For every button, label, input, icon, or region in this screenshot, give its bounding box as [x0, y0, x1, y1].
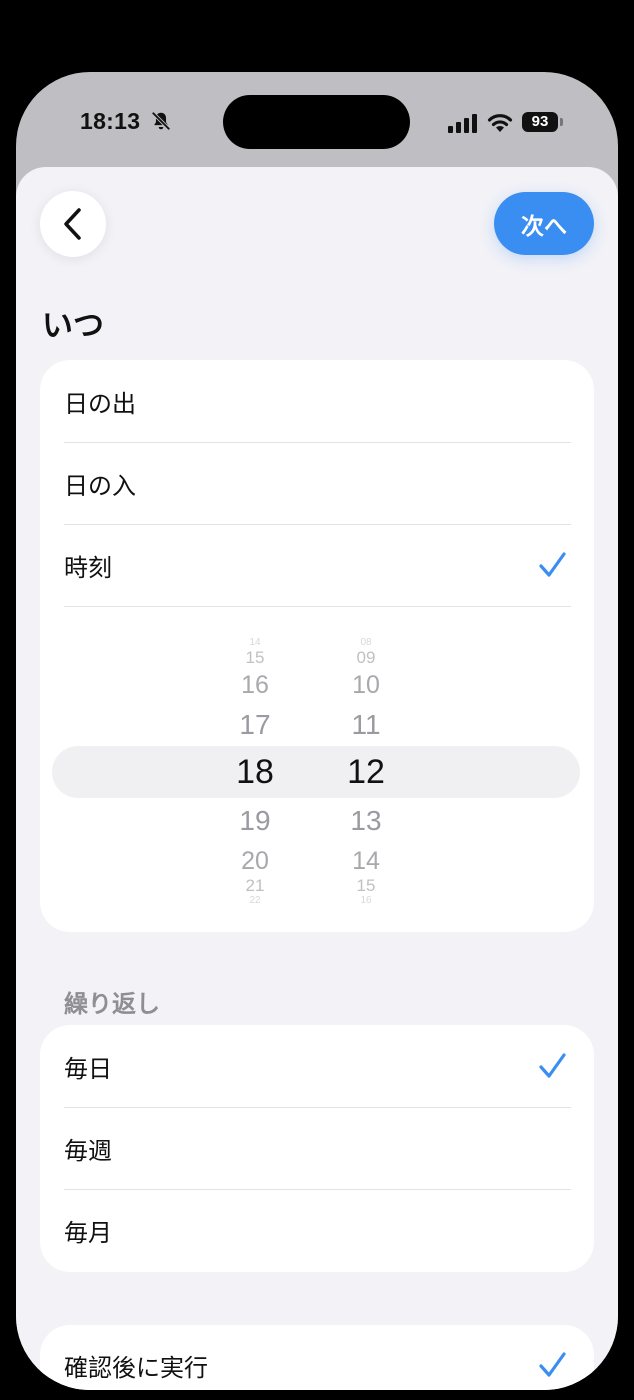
option-label: 確認後に実行: [64, 1353, 208, 1382]
picker-hour[interactable]: 20: [225, 846, 285, 876]
picker-selection-highlight: [52, 746, 580, 798]
picker-hour[interactable]: 17: [225, 708, 285, 742]
when-options-card: 日の出 日の入 時刻 14 15 16 17 18 19 20 21 22 08…: [40, 360, 594, 932]
option-monthly[interactable]: 毎月: [64, 1189, 571, 1271]
modal-sheet: 次へ いつ 日の出 日の入 時刻 14 15 16 17 18 19 20 21…: [16, 167, 618, 1390]
option-label: 毎週: [64, 1136, 112, 1165]
checkmark-icon: [539, 1053, 566, 1078]
picker-minute[interactable]: 11: [336, 708, 396, 742]
picker-minute[interactable]: 14: [336, 846, 396, 876]
picker-hour[interactable]: 14: [225, 638, 285, 648]
option-label: 毎日: [64, 1054, 112, 1083]
chevron-left-icon: [64, 208, 81, 240]
checkmark-icon: [539, 552, 566, 577]
picker-hour[interactable]: 21: [225, 876, 285, 896]
dynamic-island: [223, 95, 410, 149]
option-run-after-confirm[interactable]: 確認後に実行: [64, 1325, 571, 1390]
status-bar: 18:13 93: [16, 72, 618, 167]
picker-minute[interactable]: 08: [336, 638, 396, 648]
checkmark-icon: [539, 1352, 566, 1377]
picker-minute[interactable]: 15: [336, 876, 396, 896]
picker-minute[interactable]: 09: [336, 648, 396, 668]
status-time: 18:13: [80, 108, 141, 134]
picker-hour[interactable]: 22: [225, 896, 285, 906]
section-title-when: いつ: [42, 308, 104, 344]
picker-minute[interactable]: 13: [336, 804, 396, 838]
picker-minute[interactable]: 10: [336, 670, 396, 700]
option-sunrise[interactable]: 日の出: [64, 360, 571, 443]
option-daily[interactable]: 毎日: [64, 1025, 571, 1108]
option-label: 時刻: [64, 553, 112, 582]
option-label: 日の出: [64, 389, 136, 418]
option-time[interactable]: 時刻: [64, 524, 571, 607]
repeat-options-card: 毎日 毎週 毎月: [40, 1025, 594, 1272]
picker-hour[interactable]: 16: [225, 670, 285, 700]
battery-indicator: 93: [522, 112, 558, 132]
option-weekly[interactable]: 毎週: [64, 1107, 571, 1190]
picker-hour-selected[interactable]: 18: [225, 752, 285, 792]
bell-muted-icon: [151, 111, 171, 131]
option-sunset[interactable]: 日の入: [64, 442, 571, 525]
next-button[interactable]: 次へ: [494, 192, 594, 255]
picker-minute[interactable]: 16: [336, 896, 396, 906]
option-label: 日の入: [64, 471, 136, 500]
phone-frame: 18:13 93 次へ いつ 日の出 日の入 時刻 14 15 16 17 18…: [16, 72, 618, 1390]
section-title-repeat: 繰り返し: [64, 990, 160, 1018]
picker-minute-selected[interactable]: 12: [336, 752, 396, 792]
picker-hour[interactable]: 19: [225, 804, 285, 838]
option-label: 毎月: [64, 1218, 112, 1247]
confirm-card: 確認後に実行: [40, 1325, 594, 1390]
time-picker[interactable]: 14 15 16 17 18 19 20 21 22 08 09 10 11 1…: [40, 608, 594, 932]
back-button[interactable]: [40, 191, 106, 257]
cellular-signal-icon: [448, 114, 477, 133]
picker-hour[interactable]: 15: [225, 648, 285, 668]
wifi-icon: [487, 114, 513, 132]
battery-tip: [560, 118, 563, 126]
